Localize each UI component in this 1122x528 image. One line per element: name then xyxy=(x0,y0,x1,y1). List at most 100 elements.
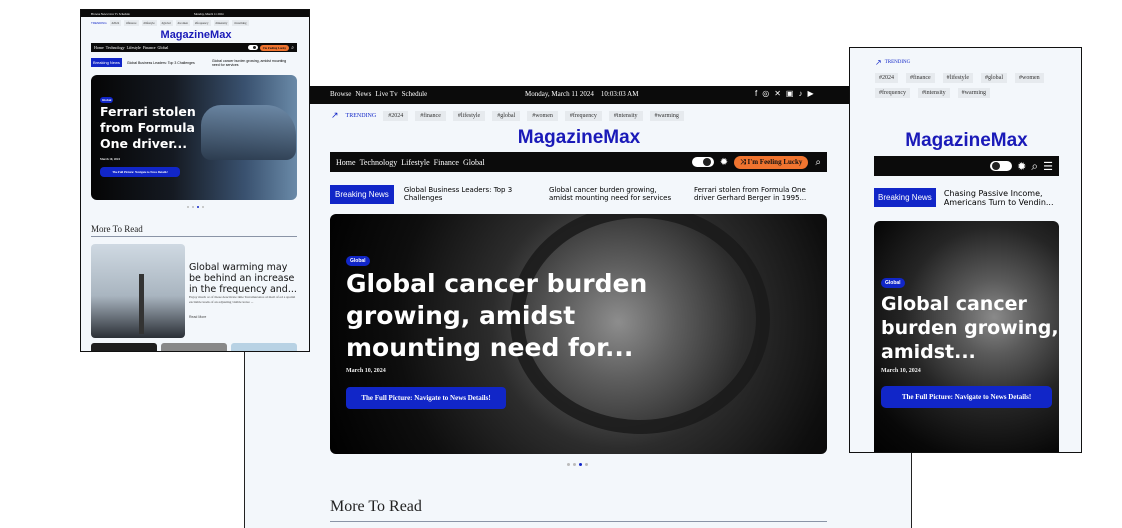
small-hero-title[interactable]: Ferrari stolen from Formula One driver..… xyxy=(100,104,210,152)
linkedin-icon[interactable]: ▣ xyxy=(786,89,794,98)
feeling-lucky-button[interactable]: ⤨ I'm Feeling Lucky xyxy=(734,155,809,169)
small-topbar-link-livetv[interactable]: Live Tv xyxy=(109,12,119,16)
hero-cta-button[interactable]: The Full Picture: Navigate to News Detai… xyxy=(346,387,506,409)
tag-2024[interactable]: #2024 xyxy=(383,110,409,121)
small-breaking-item-1[interactable]: Global Business Leaders: Top 3 Challenge… xyxy=(127,61,207,65)
small-tag-finance[interactable]: #finance xyxy=(124,20,139,26)
small-nav-global[interactable]: Global xyxy=(158,45,169,50)
thumb-2[interactable] xyxy=(161,343,227,351)
thumb-3[interactable] xyxy=(231,343,297,351)
mobile-tag-global[interactable]: #global xyxy=(980,73,1007,83)
tag-lifestyle[interactable]: #lifestyle xyxy=(452,110,486,121)
x-icon[interactable]: ✕ xyxy=(774,89,781,98)
mobile-hero-category[interactable]: Global xyxy=(881,278,905,288)
article-card-image[interactable] xyxy=(91,244,185,338)
mobile-tag-women[interactable]: #women xyxy=(1014,73,1044,83)
tiktok-icon[interactable]: ♪ xyxy=(798,89,802,98)
topbar-link-livetv[interactable]: Live Tv xyxy=(375,90,397,98)
small-tag-lifestyle[interactable]: #lifestyle xyxy=(141,20,157,26)
small-nav-lifestyle[interactable]: Lifestyle xyxy=(127,45,141,50)
hero-category-badge[interactable]: Global xyxy=(346,256,370,266)
thumb-1[interactable] xyxy=(91,343,157,351)
instagram-icon[interactable]: ◎ xyxy=(762,89,769,98)
site-logo[interactable]: MagazineMax xyxy=(245,127,911,149)
mobile-hero-slide[interactable]: Global Global cancer burden growing, ami… xyxy=(874,221,1059,452)
small-tag-women[interactable]: #women xyxy=(175,20,191,26)
tag-global[interactable]: #global xyxy=(492,110,521,121)
mobile-nav: ✹ ⌕ ☰ xyxy=(874,156,1059,176)
mobile-hero-cta[interactable]: The Full Picture: Navigate to News Detai… xyxy=(881,386,1052,408)
small-tag-intensity[interactable]: #intensity xyxy=(213,20,230,26)
small-tag-warming[interactable]: #warming xyxy=(232,20,249,26)
small-carousel-dots[interactable] xyxy=(187,206,204,208)
mobile-search-icon[interactable]: ⌕ xyxy=(1031,159,1038,174)
mobile-tag-2024[interactable]: #2024 xyxy=(875,73,898,83)
nav-lifestyle[interactable]: Lifestyle xyxy=(401,158,429,167)
mobile-site-logo[interactable]: MagazineMax xyxy=(850,130,1081,152)
more-to-read-heading: More To Read xyxy=(330,498,422,515)
mobile-tag-finance[interactable]: #finance xyxy=(906,73,935,83)
topbar-link-schedule[interactable]: Schedule xyxy=(402,90,428,98)
small-hero-cta[interactable]: The Full Picture: Navigate to News Detai… xyxy=(100,167,180,177)
mobile-tag-warming[interactable]: #warming xyxy=(957,88,990,98)
topbar-link-news[interactable]: News xyxy=(355,90,371,98)
mobile-hero-title[interactable]: Global cancer burden growing, amidst... xyxy=(881,292,1059,364)
small-tag-2024[interactable]: #2024 xyxy=(109,20,122,26)
tag-warming[interactable]: #warming xyxy=(649,110,684,121)
small-hero-category[interactable]: Global xyxy=(100,97,114,103)
mobile-tag-intensity[interactable]: #intensity xyxy=(918,88,950,98)
small-topbar-link-browse[interactable]: Browse xyxy=(91,12,100,16)
small-hero-date: March 10, 2024 xyxy=(100,157,120,161)
theme-toggle[interactable] xyxy=(691,157,714,167)
nav-global[interactable]: Global xyxy=(463,158,485,167)
small-topbar-link-news[interactable]: News xyxy=(101,12,108,16)
hero-title[interactable]: Global cancer burden growing, amidst mou… xyxy=(346,268,676,364)
small-tag-frequency[interactable]: #frequency xyxy=(193,20,211,26)
small-nav-home[interactable]: Home xyxy=(94,45,104,50)
hero-slide[interactable]: Global Global cancer burden growing, ami… xyxy=(330,214,827,454)
mobile-hero-date: March 10, 2024 xyxy=(881,368,921,374)
small-feeling-lucky-button[interactable]: I'm Feeling Lucky xyxy=(259,44,290,51)
mobile-menu-icon[interactable]: ☰ xyxy=(1043,160,1053,173)
small-topbar-datetime: Monday, March 11 2024 xyxy=(194,12,224,16)
tag-intensity[interactable]: #intensity xyxy=(608,110,643,121)
carousel-dots[interactable] xyxy=(567,463,588,466)
article-card-title[interactable]: Global warming may be behind an increase… xyxy=(189,262,301,295)
search-icon[interactable]: ⌕ xyxy=(815,157,821,168)
nav-finance[interactable]: Finance xyxy=(434,158,459,167)
small-site-logo[interactable]: MagazineMax xyxy=(81,29,309,41)
mobile-settings-icon[interactable]: ✹ xyxy=(1017,160,1026,173)
nav-home[interactable]: Home xyxy=(336,158,356,167)
tag-frequency[interactable]: #frequency xyxy=(564,110,602,121)
breaking-item-1[interactable]: Global Business Leaders: Top 3 Challenge… xyxy=(404,186,527,202)
nav-technology[interactable]: Technology xyxy=(360,158,398,167)
mobile-tag-lifestyle[interactable]: #lifestyle xyxy=(942,73,973,83)
car-image xyxy=(201,105,296,160)
facebook-icon[interactable]: f xyxy=(755,89,757,98)
small-breaking-item-2[interactable]: Global cancer burden growing, amidst mou… xyxy=(212,59,292,67)
topbar-link-browse[interactable]: Browse xyxy=(330,90,351,98)
youtube-icon[interactable]: ▶ xyxy=(807,89,813,98)
settings-icon[interactable]: ✹ xyxy=(720,157,728,168)
small-desktop-frame: Browse News Live Tv Schedule Monday, Mar… xyxy=(80,9,310,352)
mobile-theme-toggle[interactable] xyxy=(990,161,1013,171)
desktop-frame: Browse News Live Tv Schedule Monday, Mar… xyxy=(244,86,912,528)
breaking-item-2[interactable]: Global cancer burden growing, amidst mou… xyxy=(549,186,682,202)
small-main-nav: Home Technology Lifestyle Finance Global… xyxy=(91,43,297,52)
tag-finance[interactable]: #finance xyxy=(415,110,446,121)
small-hero-slide[interactable]: Global Ferrari stolen from Formula One d… xyxy=(91,75,297,200)
topbar-datetime: Monday, March 11 2024 10:03:03 AM xyxy=(525,90,639,98)
small-search-icon[interactable]: ⌕ xyxy=(291,45,294,51)
breaking-item-3[interactable]: Ferrari stolen from Formula One driver G… xyxy=(694,186,827,202)
small-tag-global[interactable]: #global xyxy=(159,20,173,26)
small-nav-finance[interactable]: Finance xyxy=(143,45,156,50)
feeling-lucky-label: I'm Feeling Lucky xyxy=(747,157,803,166)
mobile-tag-frequency[interactable]: #frequency xyxy=(875,88,910,98)
tag-women[interactable]: #women xyxy=(527,110,558,121)
small-topbar-link-schedule[interactable]: Schedule xyxy=(119,12,130,16)
small-theme-toggle[interactable] xyxy=(247,45,258,50)
mobile-frame: ↗ TRENDING #2024 #finance #lifestyle #gl… xyxy=(849,47,1082,453)
mobile-breaking-item[interactable]: Chasing Passive Income, Americans Turn t… xyxy=(944,189,1054,207)
article-card-meta[interactable]: Read More xyxy=(189,315,206,319)
small-nav-technology[interactable]: Technology xyxy=(106,45,125,50)
